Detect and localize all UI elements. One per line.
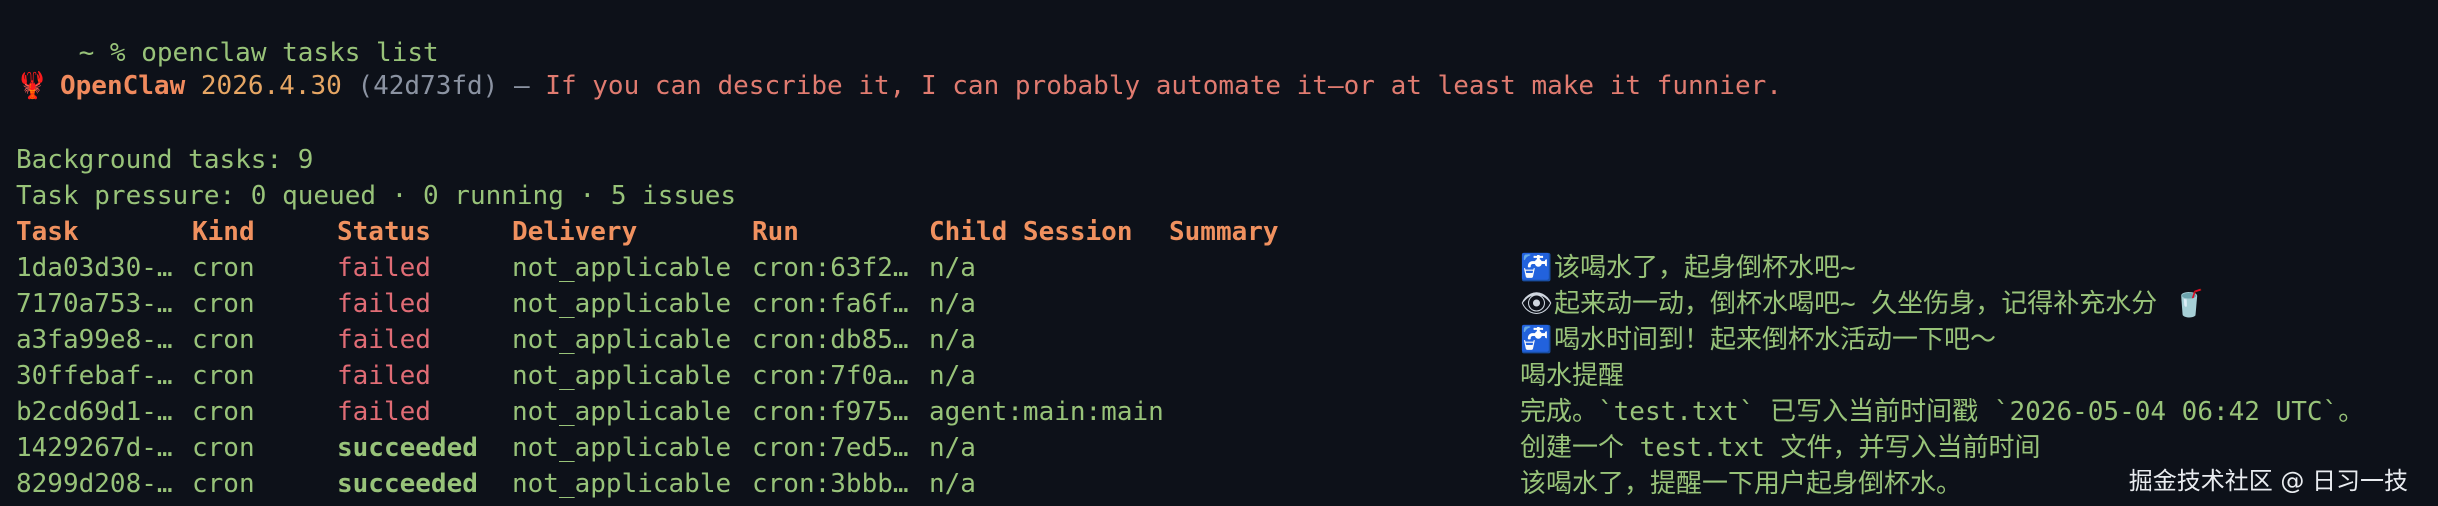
table-header: Task Kind Status Delivery Run Child Sess…	[16, 214, 2426, 250]
banner-line: 🦞 OpenClaw 2026.4.30 (42d73fd) — If you c…	[16, 68, 1782, 104]
cell-summary-text: 完成。`test.txt` 已写入当前时间戳 `2026-05-04 06:42…	[1520, 397, 2365, 427]
brand-name: OpenClaw	[60, 71, 186, 101]
cell-summary: 🚰该喝水了，起身倒杯水吧~	[1520, 250, 1856, 286]
cell-child-session: n/a	[929, 469, 976, 499]
cell-summary: 创建一个 test.txt 文件，并写入当前时间	[1520, 430, 2041, 466]
terminal-window: ~ % openclaw tasks list 🦞 OpenClaw 2026.4…	[16, 0, 2426, 506]
cell-status: succeeded	[337, 469, 478, 499]
cell-summary: 👁起来动一动，倒杯水喝吧~ 久坐伤身，记得补充水分 🥤	[1520, 286, 2207, 322]
cell-summary: 喝水提醒	[1520, 358, 1624, 394]
cell-kind: cron	[192, 433, 255, 463]
cell-child-session: n/a	[929, 253, 976, 283]
task-pressure: Task pressure: 0 queued · 0 running · 5 …	[16, 181, 737, 211]
cell-summary-text: 该喝水了，起身倒杯水吧~	[1554, 253, 1856, 283]
table-row: 8299d208-… cron succeeded not_applicable cro…	[16, 466, 2426, 502]
cell-child-session: n/a	[929, 433, 976, 463]
cell-delivery: not_applicable	[512, 397, 732, 427]
cell-delivery: not_applicable	[512, 253, 732, 283]
table-row: 1da03d30-… cron failed not_applicable cron:6…	[16, 250, 2426, 286]
header-run: Run	[752, 217, 799, 247]
table-row: b2cd69d1-… cron failed not_applicable cron:f…	[16, 394, 2426, 430]
cell-summary-text: 喝水时间到！起来倒杯水活动一下吧～	[1554, 325, 1997, 355]
command-line: ~ % openclaw tasks list	[16, 0, 439, 68]
cell-task-id: 1da03d30-…	[16, 253, 173, 283]
cell-delivery: not_applicable	[512, 361, 732, 391]
table-row: a3fa99e8-… cron failed not_applicable cron:d…	[16, 322, 2426, 358]
header-task: Task	[16, 217, 79, 247]
cell-delivery: not_applicable	[512, 289, 732, 319]
cell-status: failed	[337, 325, 431, 355]
cell-task-id: b2cd69d1-…	[16, 397, 173, 427]
version-number: 2026.4.30	[200, 71, 342, 101]
table-row: 30ffebaf-… cron failed not_applicable cron:7…	[16, 358, 2426, 394]
shell-prompt: ~ %	[78, 38, 126, 68]
header-kind: Kind	[192, 217, 255, 247]
cell-task-id: 1429267d-…	[16, 433, 173, 463]
cell-child-session: agent:main:main	[929, 397, 1164, 427]
cell-summary: 🚰喝水时间到！起来倒杯水活动一下吧～	[1520, 322, 1996, 358]
cell-status: failed	[337, 289, 431, 319]
table-row: 1429267d-… cron succeeded not_applicable cro…	[16, 430, 2426, 466]
header-status: Status	[337, 217, 431, 247]
cup-icon: 🥤	[2172, 289, 2206, 319]
cell-child-session: n/a	[929, 325, 976, 355]
cell-delivery: not_applicable	[512, 469, 732, 499]
command-text: openclaw tasks list	[141, 38, 439, 68]
cell-run: cron:7ed5…	[752, 433, 909, 463]
cell-run: cron:fa6f…	[752, 289, 909, 319]
cell-summary: 完成。`test.txt` 已写入当前时间戳 `2026-05-04 06:42…	[1520, 394, 2364, 430]
cell-run: cron:f975…	[752, 397, 909, 427]
lobster-icon: 🦞	[16, 71, 49, 101]
cell-run: cron:7f0a…	[752, 361, 909, 391]
cell-status: failed	[337, 361, 431, 391]
cell-kind: cron	[192, 289, 255, 319]
cell-kind: cron	[192, 253, 255, 283]
cell-child-session: n/a	[929, 289, 976, 319]
cell-summary-text: 创建一个 test.txt 文件，并写入当前时间	[1520, 433, 2041, 463]
header-delivery: Delivery	[512, 217, 638, 247]
cell-child-session: n/a	[929, 361, 976, 391]
cell-status: failed	[337, 397, 431, 427]
banner-tagline: If you can describe it, I can probably a…	[545, 71, 1782, 101]
cell-summary-text: 起来动一动，倒杯水喝吧~ 久坐伤身，记得补充水分	[1554, 289, 2158, 319]
watermark: 掘金技术社区 @ 日习一技	[2128, 467, 2408, 495]
eye-icon: 👁	[1520, 289, 1554, 319]
faucet-icon: 🚰	[1520, 253, 1553, 283]
cell-task-id: 8299d208-…	[16, 469, 173, 499]
cell-task-id: 30ffebaf-…	[16, 361, 173, 391]
cell-delivery: not_applicable	[512, 433, 732, 463]
cell-kind: cron	[192, 325, 255, 355]
cell-task-id: a3fa99e8-…	[16, 325, 173, 355]
cell-run: cron:db85…	[752, 325, 909, 355]
table-row: 7170a753-… cron failed not_applicable cron:f…	[16, 286, 2426, 322]
cell-status: succeeded	[337, 433, 478, 463]
header-summary: Summary	[1169, 217, 1279, 247]
background-tasks-count: Background tasks: 9	[16, 145, 314, 175]
cell-status: failed	[337, 253, 431, 283]
cell-summary-text: 该喝水了，提醒一下用户起身倒杯水。	[1520, 469, 1963, 499]
faucet-icon: 🚰	[1520, 325, 1553, 355]
banner-dash: —	[513, 71, 530, 101]
cell-delivery: not_applicable	[512, 325, 732, 355]
cell-run: cron:3bbb…	[752, 469, 909, 499]
cell-summary-text: 喝水提醒	[1520, 361, 1625, 391]
cell-run: cron:63f2…	[752, 253, 909, 283]
cell-kind: cron	[192, 361, 255, 391]
cell-summary: 该喝水了，提醒一下用户起身倒杯水。	[1520, 466, 1962, 502]
commit-hash: (42d73fd)	[357, 71, 499, 101]
header-child-session: Child Session	[929, 217, 1133, 247]
cell-kind: cron	[192, 397, 255, 427]
cell-task-id: 7170a753-…	[16, 289, 173, 319]
cell-kind: cron	[192, 469, 255, 499]
